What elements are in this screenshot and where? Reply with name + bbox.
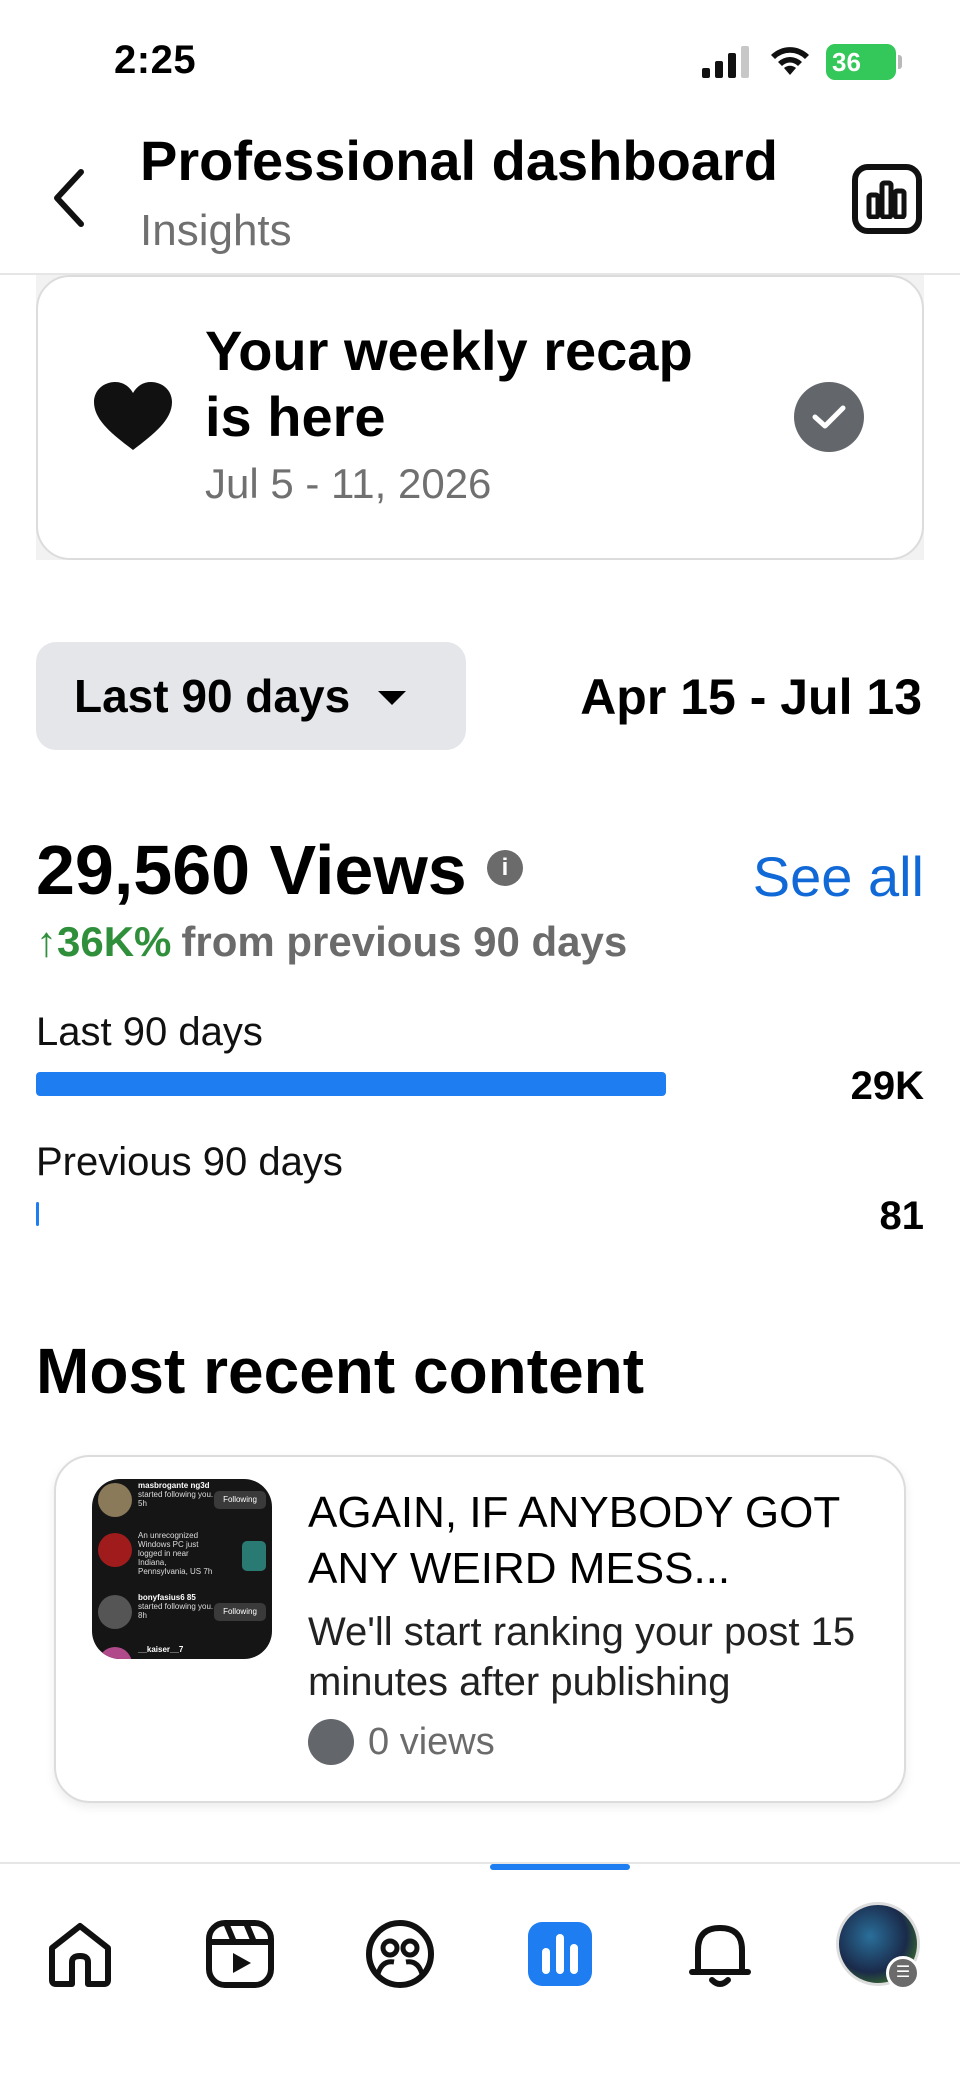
wifi-icon xyxy=(771,47,809,75)
nav-reels[interactable] xyxy=(198,1912,282,1996)
bottom-nav: ☰ xyxy=(0,1862,960,2079)
date-range-dropdown[interactable]: Last 90 days xyxy=(36,642,466,750)
dashboard-icon xyxy=(528,1922,592,1986)
thumb-name: masbrogante ng3d xyxy=(138,1481,210,1490)
thumb-avatar xyxy=(98,1647,132,1659)
views-change: ↑36K% from previous 90 days xyxy=(36,918,627,966)
thumb-follow: Following xyxy=(214,1603,266,1621)
insights-button[interactable] xyxy=(852,164,922,234)
home-icon xyxy=(49,1923,111,1987)
thumb-name: bonyfasius6 85 xyxy=(138,1593,196,1602)
heart-icon xyxy=(94,382,172,450)
nav-dashboard[interactable] xyxy=(518,1912,602,1996)
chevron-left-icon xyxy=(54,169,84,227)
bar-value-previous: 81 xyxy=(879,1194,925,1238)
bar-chart-icon xyxy=(866,180,907,219)
caret-down-icon xyxy=(378,691,407,705)
views-icon xyxy=(308,1719,354,1765)
battery-icon: 36 xyxy=(826,44,896,80)
thumb-text: __kaiser__7 xyxy=(138,1645,216,1654)
thumb-avatar xyxy=(98,1483,132,1517)
thumb-preview xyxy=(242,1541,266,1571)
thumb-avatar xyxy=(98,1533,132,1567)
see-all-link[interactable]: See all xyxy=(753,844,924,909)
reels-icon xyxy=(206,1920,274,1988)
thumb-text: bonyfasius6 85 started following you. 8h xyxy=(138,1593,216,1620)
battery-level: 36 xyxy=(832,47,861,77)
battery-nub xyxy=(898,55,902,69)
recap-check-button[interactable] xyxy=(794,382,864,452)
section-title: Most recent content xyxy=(36,1335,645,1407)
thumb-message: started following you. xyxy=(138,1602,214,1611)
thumb-time: 8h xyxy=(138,1611,147,1620)
bar-previous-fill xyxy=(36,1202,39,1226)
date-range-label: Last 90 days xyxy=(74,670,351,722)
views-total: 29,560 Views xyxy=(36,831,467,909)
menu-icon[interactable]: ☰ xyxy=(886,1956,920,1990)
info-icon[interactable]: i xyxy=(487,850,523,886)
thumb-time: 5h xyxy=(138,1499,147,1508)
recent-content-card[interactable]: masbrogante ng3d started following you. … xyxy=(54,1455,906,1803)
post-views: 0 views xyxy=(308,1719,495,1765)
post-title: AGAIN, IF ANYBODY GOT ANY WEIRD MESS... xyxy=(308,1488,840,1593)
recap-dates: Jul 5 - 11, 2026 xyxy=(205,460,492,507)
nav-friends[interactable] xyxy=(358,1912,442,1996)
cellular-signal-icon xyxy=(702,46,749,78)
thumb-avatar xyxy=(98,1595,132,1629)
bar-current-fill xyxy=(36,1072,667,1096)
views-count: 0 views xyxy=(368,1720,495,1763)
friends-icon xyxy=(366,1920,434,1988)
change-percent: ↑36K% xyxy=(36,918,172,965)
thumb-message: started following you. xyxy=(138,1490,214,1499)
thumb-row: An unrecognized Windows PC just logged i… xyxy=(92,1529,272,1579)
bar-label-current: Last 90 days xyxy=(36,1010,263,1054)
bar-previous xyxy=(36,1202,676,1226)
status-time: 2:25 xyxy=(114,38,197,82)
thumb-time: 7h xyxy=(203,1567,213,1576)
page-subtitle: Insights xyxy=(140,206,292,255)
thumb-name: __kaiser__7 xyxy=(138,1645,184,1654)
bar-current xyxy=(36,1072,676,1096)
post-description: We'll start ranking your post 15 minutes… xyxy=(308,1610,856,1704)
thumb-row: __kaiser__7 xyxy=(92,1643,272,1659)
header: Professional dashboard Insights xyxy=(0,120,960,275)
nav-home[interactable] xyxy=(38,1912,122,1996)
bell-icon xyxy=(689,1925,751,1987)
page-title: Professional dashboard xyxy=(140,129,778,192)
status-bar: 2:25 36 xyxy=(0,0,960,120)
thumb-row: bonyfasius6 85 started following you. 8h… xyxy=(92,1591,272,1641)
nav-notifications[interactable] xyxy=(678,1912,762,1996)
post-thumbnail: masbrogante ng3d started following you. … xyxy=(92,1479,272,1659)
thumb-text: masbrogante ng3d started following you. … xyxy=(138,1481,216,1508)
thumb-follow: Following xyxy=(214,1491,266,1509)
thumb-message: An unrecognized Windows PC just logged i… xyxy=(138,1531,202,1576)
bar-label-previous: Previous 90 days xyxy=(36,1140,343,1184)
thumb-text: An unrecognized Windows PC just logged i… xyxy=(138,1531,216,1576)
thumb-row: masbrogante ng3d started following you. … xyxy=(92,1479,272,1529)
back-button[interactable] xyxy=(44,160,94,236)
active-tab-indicator xyxy=(490,1864,630,1870)
recap-title: Your weekly recap is here xyxy=(205,319,693,448)
change-text: from previous 90 days xyxy=(181,918,628,965)
check-icon xyxy=(812,405,846,429)
bar-value-current: 29K xyxy=(850,1064,924,1108)
date-range-text: Apr 15 - Jul 13 xyxy=(580,669,922,725)
